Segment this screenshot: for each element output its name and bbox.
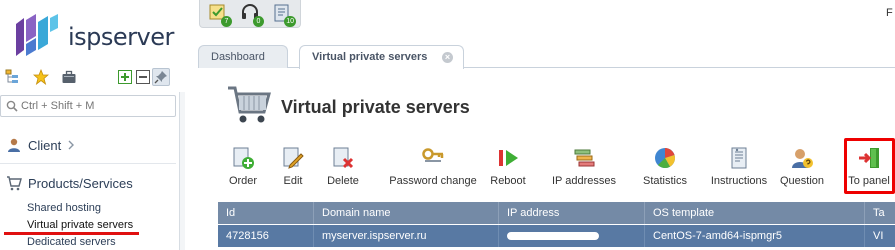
ip-addresses-button[interactable]: IP addresses xyxy=(548,144,620,190)
nav-products-label: Products/Services xyxy=(28,175,133,191)
action-toolbar: Order Edit Delete Password change Reboot… xyxy=(218,144,895,190)
ip-addresses-icon xyxy=(574,149,595,167)
page-title: Virtual private servers xyxy=(281,97,470,117)
tasks-count-badge: 7 xyxy=(221,16,232,27)
brand-logo[interactable]: ispserver xyxy=(12,14,174,60)
app-root: ispserver Ctrl + Shift + M Client Produc… xyxy=(0,0,895,250)
instructions-button[interactable]: Instructions xyxy=(708,144,770,190)
password-change-button[interactable]: Password change xyxy=(386,144,480,190)
edit-button[interactable]: Edit xyxy=(276,144,310,190)
instructions-icon xyxy=(731,147,747,169)
nav-divider xyxy=(0,163,176,164)
to-panel-highlight-box xyxy=(844,138,895,194)
notifications-bar: 7 0 10 xyxy=(199,0,301,28)
reboot-label: Reboot xyxy=(490,175,526,187)
edit-label: Edit xyxy=(283,175,303,187)
edit-icon xyxy=(283,147,304,169)
key-icon xyxy=(422,148,444,162)
annotation-underline xyxy=(4,232,139,235)
tab-virtual-private-servers[interactable]: Virtual private servers × xyxy=(299,45,464,69)
nav-products-services[interactable]: Products/Services xyxy=(6,174,133,192)
favorites-star-icon[interactable] xyxy=(32,68,50,86)
invoices-count-badge: 10 xyxy=(284,16,296,27)
cell-ip-address xyxy=(499,225,645,247)
search-icon xyxy=(6,100,18,112)
tab-vps-label: Virtual private servers xyxy=(312,51,428,63)
order-add-icon xyxy=(233,147,254,169)
reboot-icon xyxy=(499,150,518,166)
question-user-icon xyxy=(792,149,813,168)
order-label: Order xyxy=(228,175,258,187)
column-header-ip-address[interactable]: IP address xyxy=(499,202,645,224)
search-input[interactable] xyxy=(21,98,171,114)
brand-name: ispserver xyxy=(68,23,174,51)
nav-sub-vps[interactable]: Virtual private servers xyxy=(27,219,133,231)
nav-client-label: Client xyxy=(28,137,62,153)
column-header-id[interactable]: Id xyxy=(218,202,314,224)
pie-chart-icon xyxy=(655,148,675,168)
table-header: Id Domain name IP address OS template Ta xyxy=(218,202,895,224)
sidebar-toolbar xyxy=(4,68,176,88)
column-header-tariff[interactable]: Ta xyxy=(865,202,895,224)
delete-button[interactable]: Delete xyxy=(322,144,364,190)
nav-sub-dedicated-servers[interactable]: Dedicated servers xyxy=(27,236,116,248)
column-header-domain-name[interactable]: Domain name xyxy=(314,202,499,224)
pin-icon[interactable] xyxy=(152,68,170,86)
cart-icon xyxy=(7,176,22,191)
instructions-label: Instructions xyxy=(710,175,768,187)
ip-redaction-mask xyxy=(507,232,599,240)
sidebar-splitter[interactable] xyxy=(179,92,185,250)
cell-os-template: CentOS-7-amd64-ispmgr5 xyxy=(645,225,865,247)
question-button[interactable]: Question xyxy=(778,144,826,190)
nav-sub-shared-hosting[interactable]: Shared hosting xyxy=(27,202,101,214)
user-menu-text[interactable]: F xyxy=(886,7,893,19)
notification-invoices[interactable]: 10 xyxy=(272,3,296,27)
support-count-badge: 0 xyxy=(253,16,264,27)
reboot-button[interactable]: Reboot xyxy=(488,144,528,190)
client-user-icon xyxy=(8,138,20,152)
cell-tariff: VI xyxy=(873,230,884,242)
tree-view-icon[interactable] xyxy=(4,68,22,86)
cell-id: 4728156 xyxy=(218,225,314,247)
statistics-button[interactable]: Statistics xyxy=(638,144,692,190)
page-cart-icon xyxy=(226,82,272,129)
chevron-right-icon xyxy=(68,140,75,150)
collapse-all-icon[interactable] xyxy=(134,68,152,86)
notification-tasks[interactable]: 7 xyxy=(208,3,232,27)
password-change-label: Password change xyxy=(389,175,477,187)
column-header-os-template[interactable]: OS template xyxy=(645,202,865,224)
table-row[interactable]: 4728156 myserver.ispserver.ru CentOS-7-a… xyxy=(218,225,895,247)
cell-domain: myserver.ispserver.ru xyxy=(314,225,499,247)
close-tab-icon[interactable]: × xyxy=(442,52,453,63)
tab-dashboard-label: Dashboard xyxy=(211,51,265,63)
sidebar-search[interactable] xyxy=(0,95,176,117)
delete-label: Delete xyxy=(327,175,359,187)
ip-addresses-label: IP addresses xyxy=(551,175,616,187)
ispserver-logo-icon xyxy=(16,14,58,56)
order-button[interactable]: Order xyxy=(223,144,263,190)
statistics-label: Statistics xyxy=(642,175,687,187)
notification-support[interactable]: 0 xyxy=(240,3,264,27)
question-label: Question xyxy=(779,175,825,187)
briefcase-icon[interactable] xyxy=(60,68,78,86)
delete-icon xyxy=(333,147,354,169)
tab-dashboard[interactable]: Dashboard xyxy=(198,45,288,68)
sidebar: ispserver Ctrl + Shift + M Client Produc… xyxy=(0,0,180,250)
expand-all-icon[interactable] xyxy=(116,68,134,86)
nav-client[interactable]: Client xyxy=(6,136,75,154)
